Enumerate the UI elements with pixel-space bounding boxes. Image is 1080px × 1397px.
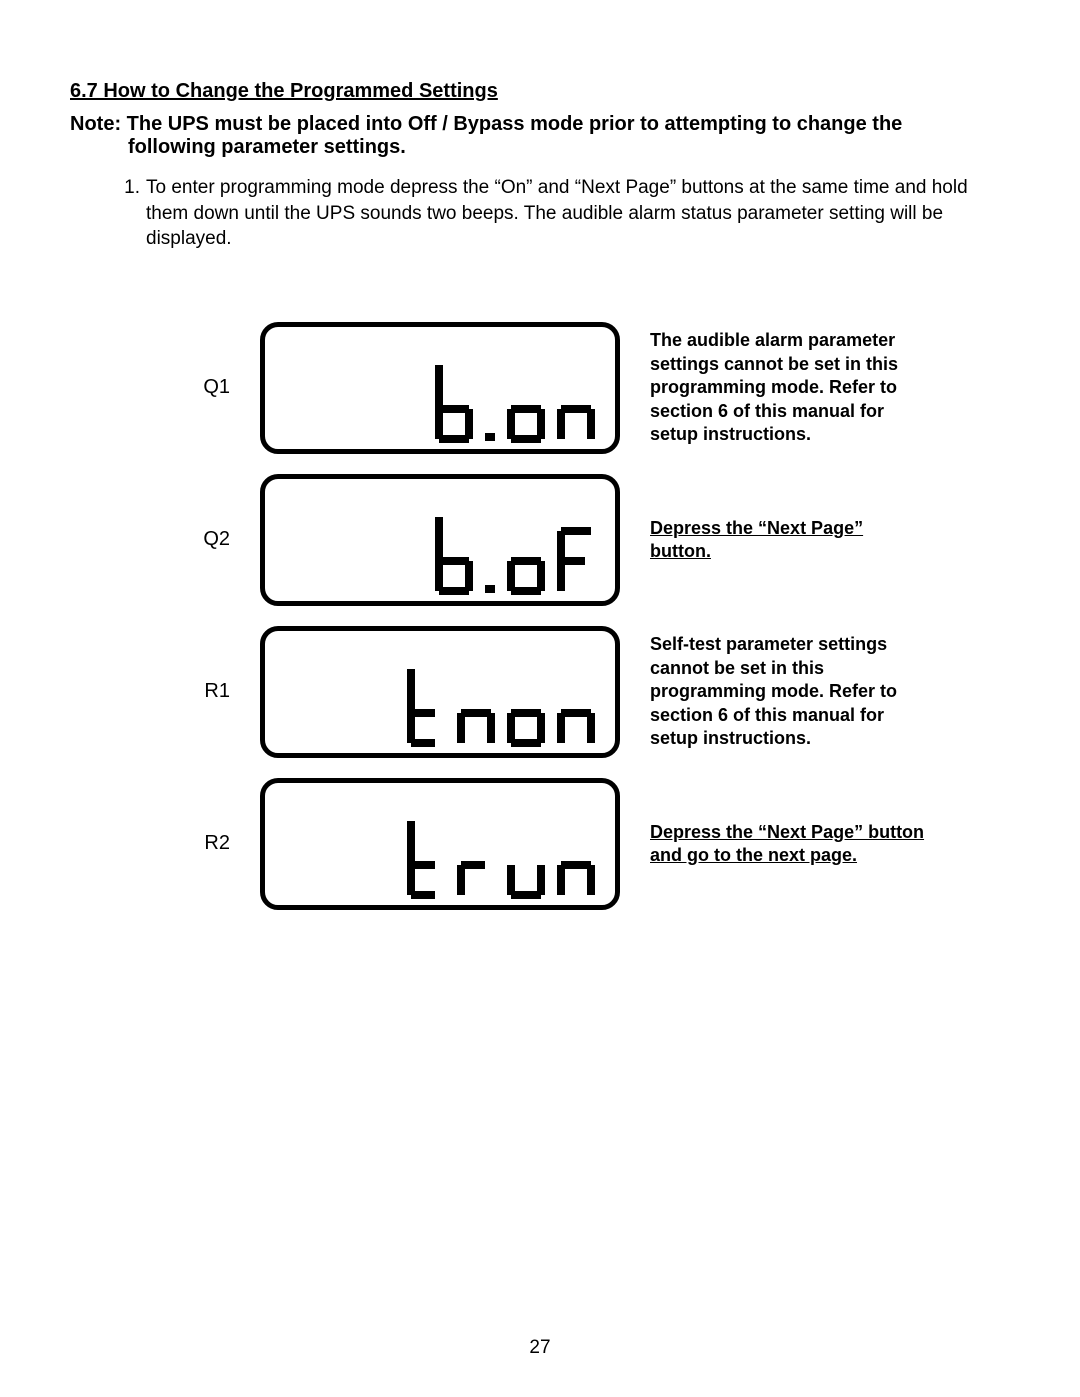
lcd-frame-q2 — [260, 474, 620, 606]
note-line2: following parameter settings. — [70, 136, 1010, 159]
step-item-1: 1. To enter programming mode depress the… — [70, 175, 1010, 252]
lcd-block: Q1 — [70, 322, 1010, 910]
lcd-frame-r1 — [260, 626, 620, 758]
lcd-row-r2: R2 — [70, 778, 1010, 910]
lcd-row-q1: Q1 — [70, 322, 1010, 454]
seg-char-r-icon — [455, 821, 497, 899]
seg-char-n-icon — [455, 669, 497, 747]
lcd-caption-q2: Depress the “Next Page” button. — [620, 517, 926, 564]
lcd-row-r1: R1 — [70, 626, 1010, 758]
note-block: Note: The UPS must be placed into Off / … — [70, 113, 1010, 159]
lcd-caption-r1: Self-test parameter settings cannot be s… — [620, 633, 926, 750]
seg-char-t-icon — [405, 821, 447, 899]
lcd-label-r2: R2 — [70, 832, 260, 855]
seg-char-b-icon — [433, 517, 475, 595]
lcd-glyphs-q1 — [433, 365, 597, 443]
seg-char-t-icon — [405, 669, 447, 747]
lcd-glyphs-q2 — [433, 517, 597, 595]
lcd-label-q1: Q1 — [70, 376, 260, 399]
section-heading: 6.7 How to Change the Programmed Setting… — [70, 80, 1010, 103]
seg-char-b-icon — [433, 365, 475, 443]
seg-char-n-icon — [555, 669, 597, 747]
seg-char-o-icon — [505, 365, 547, 443]
seg-char-o-icon — [505, 517, 547, 595]
lcd-glyphs-r2 — [405, 821, 597, 899]
lcd-label-q2: Q2 — [70, 528, 260, 551]
lcd-caption-q1: The audible alarm parameter settings can… — [620, 329, 926, 446]
lcd-frame-r2 — [260, 778, 620, 910]
lcd-label-r1: R1 — [70, 680, 260, 703]
step-number: 1. — [70, 175, 146, 252]
seg-dot-icon — [483, 517, 497, 595]
seg-char-o-icon — [505, 669, 547, 747]
lcd-caption-r2: Depress the “Next Page” button and go to… — [620, 821, 926, 868]
seg-dot-icon — [483, 365, 497, 443]
lcd-row-q2: Q2 — [70, 474, 1010, 606]
note-line1: Note: The UPS must be placed into Off / … — [70, 113, 902, 135]
seg-char-n-icon — [555, 365, 597, 443]
step-text: To enter programming mode depress the “O… — [146, 175, 1010, 252]
lcd-frame-q1 — [260, 322, 620, 454]
step-list: 1. To enter programming mode depress the… — [70, 175, 1010, 252]
seg-char-f-icon — [555, 517, 597, 595]
seg-char-u-icon — [505, 821, 547, 899]
seg-char-n-icon — [555, 821, 597, 899]
manual-page: 6.7 How to Change the Programmed Setting… — [0, 0, 1080, 1397]
lcd-glyphs-r1 — [405, 669, 597, 747]
page-number: 27 — [0, 1337, 1080, 1359]
